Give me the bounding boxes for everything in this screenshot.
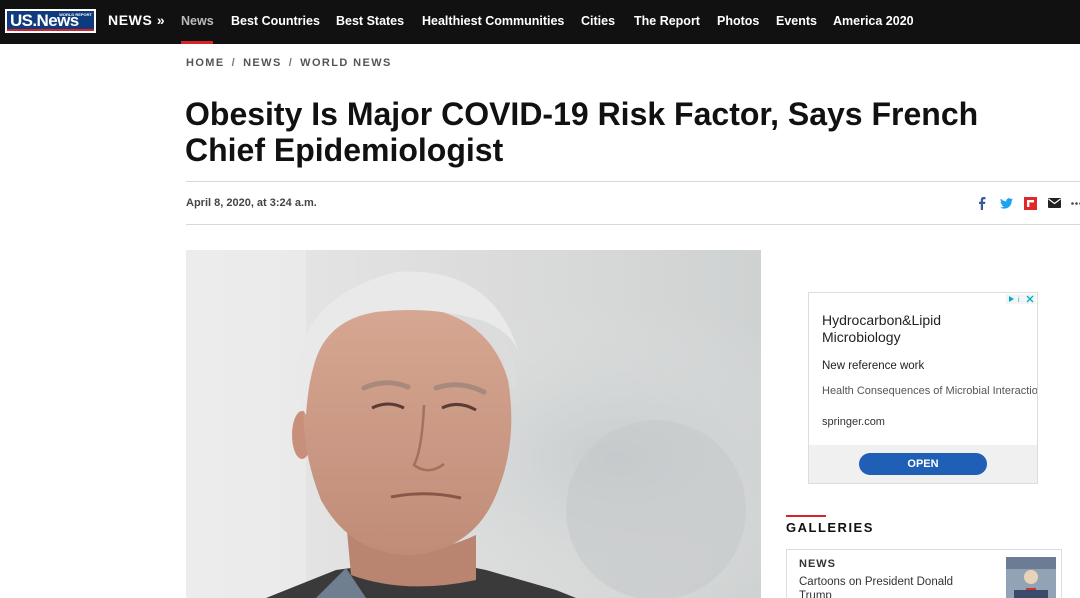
title-divider [186,181,1080,182]
gallery-card-kicker: NEWS [799,558,836,570]
top-navigation-bar: US.News WORLD REPORT NEWS » News Best Co… [0,0,1080,44]
nav-item-best-countries[interactable]: Best Countries [231,14,320,28]
flipboard-icon[interactable] [1023,196,1037,210]
news-home-link[interactable]: NEWS » [108,12,165,28]
ad-description: Health Consequences of Microbial Interac… [822,385,1037,397]
gallery-card[interactable]: NEWS Cartoons on President Donald Trump [786,549,1062,598]
nav-item-news[interactable]: News [181,14,214,28]
adchoices-icon[interactable]: i [1006,294,1036,304]
nav-item-america-2020[interactable]: America 2020 [833,14,914,28]
advertisement[interactable]: i Hydrocarbon&Lipid Microbiology New ref… [808,292,1038,484]
usnews-logo[interactable]: US.News WORLD REPORT [5,9,96,33]
gallery-card-thumbnail[interactable] [1006,557,1056,598]
nav-item-best-states[interactable]: Best States [336,14,404,28]
gallery-card-title[interactable]: Cartoons on President Donald Trump [799,575,984,598]
article-lead-photo[interactable] [186,250,761,598]
article-title: Obesity Is Major COVID-19 Risk Factor, S… [185,96,979,168]
ad-title[interactable]: Hydrocarbon&Lipid Microbiology [822,312,1022,346]
logo-small-text: WORLD REPORT [59,12,92,17]
article-date: April 8, 2020, at 3:24 a.m. [186,197,317,209]
active-nav-indicator [181,41,213,44]
ad-domain: springer.com [822,416,885,428]
breadcrumb-news[interactable]: NEWS [243,57,282,69]
facebook-icon[interactable] [975,196,989,210]
ad-subtitle: New reference work [822,360,925,372]
more-icon[interactable] [1069,196,1080,210]
galleries-heading: GALLERIES [786,520,874,535]
nav-item-photos[interactable]: Photos [717,14,759,28]
date-divider [186,224,1080,225]
email-icon[interactable] [1047,196,1061,210]
breadcrumb-home[interactable]: HOME [186,57,225,69]
nav-item-the-report[interactable]: The Report [634,14,700,28]
breadcrumb-world-news[interactable]: WORLD NEWS [300,57,392,69]
galleries-accent [786,515,826,517]
breadcrumb: HOME / NEWS / WORLD NEWS [186,57,392,69]
twitter-icon[interactable] [999,196,1013,210]
ad-open-button[interactable]: OPEN [859,453,987,475]
nav-item-cities[interactable]: Cities [581,14,615,28]
nav-item-events[interactable]: Events [776,14,817,28]
nav-item-healthiest-communities[interactable]: Healthiest Communities [422,14,564,28]
